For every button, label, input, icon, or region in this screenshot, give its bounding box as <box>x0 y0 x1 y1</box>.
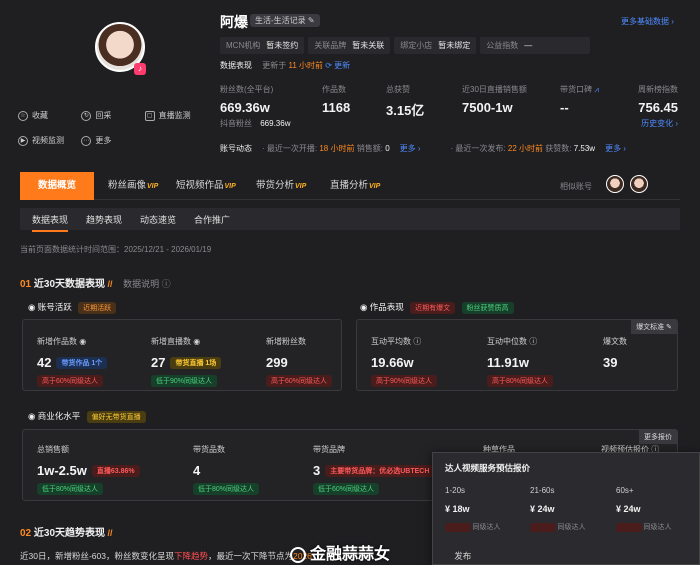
info-charity: 公益指数 — <box>480 37 591 54</box>
eye-icon: ◉ <box>79 337 87 346</box>
quote-col-short: 1-20s ¥ 18w 同级达人 <box>445 486 501 532</box>
tab-fans-portrait[interactable]: 粉丝画像VIP <box>108 172 158 200</box>
quote-col-mid: 21-60s ¥ 24w 同级达人 <box>530 486 586 532</box>
total-sales-cell: 总销售额 1w-2.5w 直播63.86% 低于80%同级达人 <box>37 444 140 495</box>
product-count-cell: 带货品数 4 低于80%同级达人 <box>193 444 260 495</box>
eye-icon: ◉ <box>193 337 201 346</box>
new-works-cell: 新增作品数 ◉ 42 带货作品 1个 高于60%同级达人 <box>37 336 108 387</box>
new-fans-cell: 新增粉丝数 299 高于60%同级达人 <box>266 336 333 387</box>
similar-accounts-label: 相似账号 <box>560 182 592 191</box>
viral-standard-button[interactable]: 爆文标准 ✎ <box>631 320 677 334</box>
subtab-dynamic[interactable]: 动态速览 <box>140 213 176 226</box>
stat-fans: 粉丝数(全平台) 669.36w 抖音粉丝 669.36w <box>220 85 291 128</box>
profile-name: 阿爆 <box>220 14 248 30</box>
activity-header: ◉ 账号活跃 近期活跃 <box>28 301 117 314</box>
profile-info-row: MCN机构 暂未签约 关联品牌 暂未关联 绑定小店 暂未绑定 公益指数 — <box>220 37 591 54</box>
recollect-button[interactable]: ↻ 回采 <box>81 110 144 121</box>
similar-account-avatar[interactable] <box>606 175 624 193</box>
favorite-button[interactable]: ☆ 收藏 <box>18 110 81 121</box>
tab-sales-analysis[interactable]: 带货分析VIP <box>256 172 306 200</box>
avg-interaction-cell: 互动平均数 ⓘ 19.66w 高于90%同级达人 <box>371 336 438 387</box>
stats-row: 粉丝数(全平台) 669.36w 抖音粉丝 669.36w 作品数 1168 总… <box>220 84 680 130</box>
tab-overview[interactable]: 数据概览 <box>20 172 95 200</box>
video-monitor-button[interactable]: ▶ 视频监测 <box>18 135 81 146</box>
tv-icon: ▢ <box>144 110 155 121</box>
sub-tabs: 数据表现 趋势表现 动态速览 合作推广 <box>20 208 680 232</box>
subtab-data-performance[interactable]: 数据表现 <box>32 213 69 232</box>
info-shop: 绑定小店 暂未绑定 <box>394 37 477 54</box>
median-interaction-cell: 互动中位数 ⓘ 11.91w 高于80%同级达人 <box>487 336 554 387</box>
subtab-trend[interactable]: 趋势表现 <box>86 213 122 226</box>
quote-col-long: 60s+ ¥ 24w 同级达人 <box>616 486 672 532</box>
more-button[interactable]: ⋯ 更多 <box>81 135 144 146</box>
weibo-icon <box>290 546 306 563</box>
similar-account-avatar[interactable] <box>630 175 648 193</box>
stat-weekly-index: 周新榜指数 756.45 历史变化 › <box>638 85 678 129</box>
viral-count-cell: 爆文数 39 <box>603 337 627 370</box>
works-header: ◉ 作品表现 近期有爆文 粉丝获赞质高 <box>360 301 514 314</box>
edit-icon[interactable]: ✎ <box>308 16 315 25</box>
activity-card: 新增作品数 ◉ 42 带货作品 1个 高于60%同级达人 新增直播数 ◉ 27 带货… <box>22 319 342 391</box>
date-range: 当前页面数据统计时间范围：2025/12/21 - 2026/01/19 <box>20 245 212 254</box>
weibo-watermark: 金融蒜蒜女 <box>290 540 390 564</box>
section-title: 02 近30天趋势表现 // <box>20 528 113 539</box>
info-brand: 关联品牌 暂未关联 <box>308 37 391 54</box>
refresh-button[interactable]: ⟳ 更新 <box>325 61 350 70</box>
history-change-link[interactable]: 历史变化 › <box>638 118 678 129</box>
tab-live-analysis[interactable]: 直播分析VIP <box>330 172 380 200</box>
data-note-link[interactable]: 数据说明 ⓘ <box>123 279 171 289</box>
brand-count-cell: 带货品牌 3 主要带货品牌：优必选UBTECH 低于60%同级达人 <box>313 444 435 495</box>
more-icon: ⋯ <box>81 135 92 146</box>
douyin-badge-icon: ♪ <box>134 63 146 75</box>
more-basic-data-link[interactable]: 更多基础数据 › <box>621 16 674 27</box>
post-more-link[interactable]: 更多 › <box>605 143 626 154</box>
subtab-cooperation[interactable]: 合作推广 <box>194 213 230 226</box>
chart-icon[interactable]: ⩘ <box>594 85 599 94</box>
performance-header: 数据表现 更新于 11 小时前 ⟳ 更新 <box>220 61 351 70</box>
more-quote-button[interactable]: 更多报价 <box>639 430 677 444</box>
active-badge: 近期活跃 <box>78 302 117 314</box>
section-title: 01 近30天数据表现 // 数据说明 ⓘ <box>20 279 171 290</box>
quote-popup: 达人视频服务预估报价 1-20s ¥ 18w 同级达人 21-60s ¥ 24w… <box>432 452 700 565</box>
stat-works: 作品数 1168 <box>322 85 351 115</box>
category-tag[interactable]: 生活-生活记录 ✎ <box>250 14 320 27</box>
tab-short-video[interactable]: 短视频作品VIP <box>176 172 236 200</box>
stat-reputation: 带货口碑 ⩘ -- <box>560 85 599 115</box>
info-mcn: MCN机构 暂未签约 <box>220 37 305 54</box>
profile-actions: ☆ 收藏 ↻ 回采 ▢ 直播监测 ▶ 视频监测 ⋯ 更多 <box>18 110 208 146</box>
star-icon: ☆ <box>18 110 28 121</box>
stat-likes: 总获赞 3.15亿 <box>386 85 425 118</box>
new-lives-cell: 新增直播数 ◉ 27 带货直播 1场 低于90%同级达人 <box>151 336 222 387</box>
live-more-link[interactable]: 更多 › <box>400 143 421 154</box>
commerce-header: ◉ 商业化水平 偏好无带货直播 <box>28 410 146 423</box>
account-activity-row: 账号动态 · 最近一次开播: 18 小时前 销售额: 0 更多 › · 最近一次… <box>220 143 626 154</box>
refresh-icon: ↻ <box>81 110 92 121</box>
stat-live-sales: 近30日直播销售额 7500-1w <box>462 85 527 115</box>
works-card: 爆文标准 ✎ 互动平均数 ⓘ 19.66w 高于90%同级达人 互动中位数 ⓘ … <box>356 319 678 391</box>
live-monitor-button[interactable]: ▢ 直播监测 <box>144 110 208 121</box>
trend-summary: 近30日，新增粉丝-603，粉丝数变化呈现下降趋势，最近一次下降节点为2026 … <box>20 551 472 561</box>
video-icon: ▶ <box>18 135 28 146</box>
